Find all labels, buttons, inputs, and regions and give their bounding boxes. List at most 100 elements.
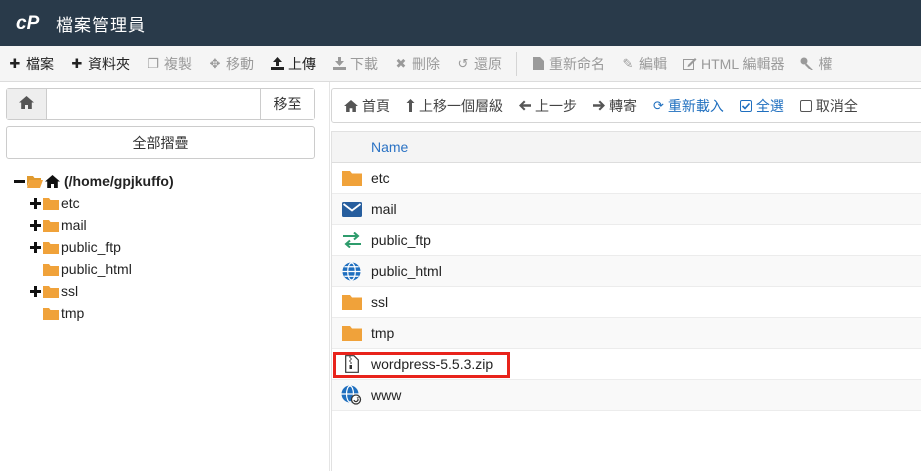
- undo-icon: ↺: [457, 55, 469, 71]
- folder-open-icon: [27, 175, 43, 188]
- svg-text:cP: cP: [16, 13, 40, 33]
- pencil-icon: ✎: [622, 55, 634, 71]
- file-row-tmp[interactable]: tmp: [332, 318, 921, 349]
- deselect-all-button[interactable]: 取消全: [792, 96, 866, 116]
- file-row-etc[interactable]: etc: [332, 163, 921, 194]
- folder-icon: [43, 197, 59, 210]
- nav-reload-button[interactable]: ⟳ 重新載入: [645, 96, 732, 116]
- file-name: www: [371, 387, 402, 403]
- path-input[interactable]: [47, 89, 260, 119]
- globe-icon: [342, 261, 361, 281]
- folder-icon: [341, 171, 362, 186]
- transfer-icon: [342, 232, 361, 248]
- tree-item-label: public_ftp: [61, 239, 121, 255]
- upload-button[interactable]: 上傳: [262, 46, 324, 81]
- move-button[interactable]: ✥ 移動: [200, 46, 262, 81]
- cpanel-logo-icon[interactable]: cP: [16, 13, 48, 33]
- file-name: public_html: [371, 263, 442, 279]
- new-file-button[interactable]: ✚ 檔案: [0, 46, 62, 81]
- home-icon: [19, 96, 34, 112]
- nav-bar: 首頁 上移一個層級 上一步 轉寄 ⟳ 重新載入 全選 取消全: [331, 88, 921, 123]
- globe-link-icon: [341, 385, 362, 405]
- tree-item-label: etc: [61, 195, 80, 211]
- folder-icon: [43, 219, 59, 232]
- file-name: tmp: [371, 325, 395, 341]
- tree-item-label: mail: [61, 217, 87, 233]
- upload-icon: [270, 57, 284, 70]
- nav-home-button[interactable]: 首頁: [336, 96, 398, 116]
- plus-icon: ✚: [71, 55, 83, 71]
- name-column-header[interactable]: Name: [371, 139, 408, 155]
- minus-icon[interactable]: [14, 176, 25, 187]
- new-folder-button[interactable]: ✚ 資料夾: [62, 46, 138, 81]
- key-icon: [800, 57, 814, 70]
- tree-item-tmp[interactable]: tmp: [14, 302, 314, 324]
- tree-item-ssl[interactable]: ssl: [14, 280, 314, 302]
- nav-back-button[interactable]: 上一步: [511, 96, 585, 116]
- nav-forward-button[interactable]: 轉寄: [585, 96, 645, 116]
- delete-button[interactable]: ✖ 刪除: [386, 46, 448, 81]
- folder-icon: [43, 307, 59, 320]
- file-list: Name etc mail public_ftp public_html ssl…: [331, 131, 921, 471]
- checked-box-icon: [739, 99, 752, 112]
- folder-icon: [341, 326, 362, 341]
- file-row-www[interactable]: www: [332, 380, 921, 411]
- file-icon: [531, 57, 545, 70]
- arrow-left-icon: [519, 100, 531, 111]
- folder-icon: [43, 285, 59, 298]
- pane-divider[interactable]: [329, 82, 330, 471]
- collapse-all-button[interactable]: 全部摺疊: [6, 126, 315, 159]
- tree-item-label: public_html: [61, 261, 132, 277]
- rename-button[interactable]: 重新命名: [523, 46, 613, 81]
- plus-icon[interactable]: [30, 219, 41, 231]
- edit-box-icon: [683, 57, 697, 70]
- tree-item-public-ftp[interactable]: public_ftp: [14, 236, 314, 258]
- file-name: ssl: [371, 294, 389, 310]
- file-list-header: Name: [332, 132, 921, 163]
- home-icon: [344, 99, 358, 112]
- html-editor-button[interactable]: HTML 編輯器: [675, 46, 792, 81]
- tree-item-mail[interactable]: mail: [14, 214, 314, 236]
- tree-item-etc[interactable]: etc: [14, 192, 314, 214]
- tree-item-public-html[interactable]: public_html: [14, 258, 314, 280]
- file-row-public-ftp[interactable]: public_ftp: [332, 225, 921, 256]
- plus-icon[interactable]: [30, 241, 41, 253]
- zip-file-icon: [344, 355, 359, 373]
- file-name: etc: [371, 170, 390, 186]
- path-bar: 移至: [6, 88, 315, 120]
- toolbar-divider: [516, 51, 517, 76]
- file-row-wordpress-zip[interactable]: wordpress-5.5.3.zip: [332, 349, 921, 380]
- nav-up-button[interactable]: 上移一個層級: [398, 96, 511, 116]
- file-row-public-html[interactable]: public_html: [332, 256, 921, 287]
- copy-button[interactable]: ❐ 複製: [138, 46, 200, 81]
- file-name: public_ftp: [371, 232, 431, 248]
- refresh-icon: ⟳: [653, 97, 664, 113]
- left-pane: 移至 全部摺疊 (/home/gpjkuffo) etc mail public…: [0, 82, 325, 471]
- download-icon: [332, 57, 346, 70]
- plus-icon: ✚: [9, 55, 21, 71]
- edit-button[interactable]: ✎ 編輯: [613, 46, 675, 81]
- app-header: cP 檔案管理員: [0, 0, 921, 46]
- mail-icon: [341, 201, 362, 217]
- copy-icon: ❐: [147, 55, 159, 71]
- folder-icon: [43, 263, 59, 276]
- plus-icon[interactable]: [30, 285, 41, 297]
- file-row-mail[interactable]: mail: [332, 194, 921, 225]
- file-name: mail: [371, 201, 397, 217]
- folder-icon: [341, 295, 362, 310]
- toolbar: ✚ 檔案 ✚ 資料夾 ❐ 複製 ✥ 移動 上傳 下載 ✖ 刪除 ↺ 還原 重新命…: [0, 46, 921, 82]
- file-name: wordpress-5.5.3.zip: [371, 356, 494, 372]
- tree-root[interactable]: (/home/gpjkuffo): [14, 170, 314, 192]
- file-row-ssl[interactable]: ssl: [332, 287, 921, 318]
- restore-button[interactable]: ↺ 還原: [448, 46, 510, 81]
- home-icon: [45, 174, 60, 188]
- select-all-button[interactable]: 全選: [732, 96, 792, 116]
- plus-icon[interactable]: [30, 197, 41, 209]
- permissions-button[interactable]: 權: [792, 46, 840, 81]
- home-button[interactable]: [7, 89, 47, 119]
- app-title: 檔案管理員: [56, 15, 146, 35]
- folder-icon: [43, 241, 59, 254]
- go-button[interactable]: 移至: [260, 89, 314, 119]
- move-icon: ✥: [209, 55, 221, 71]
- download-button[interactable]: 下載: [324, 46, 386, 81]
